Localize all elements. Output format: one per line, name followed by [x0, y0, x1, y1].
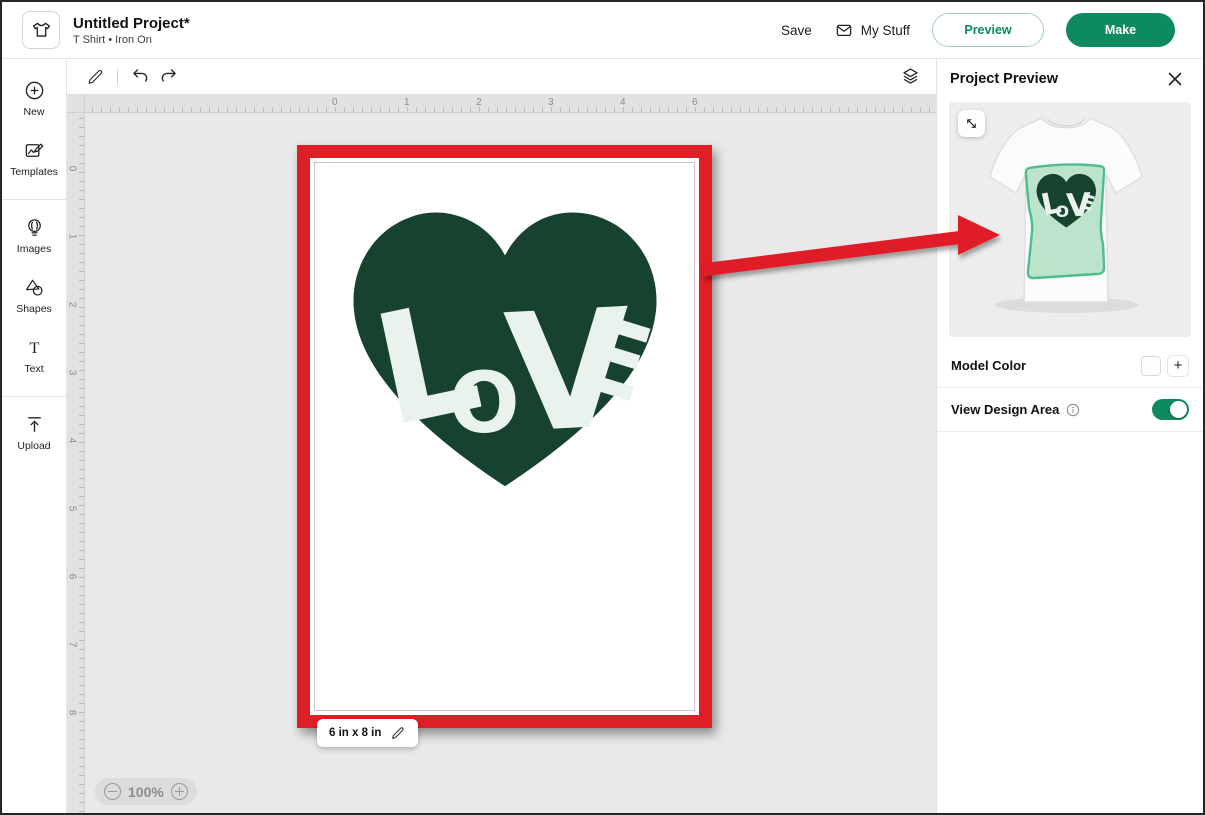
my-stuff-label: My Stuff	[861, 23, 910, 38]
letter-t-icon: T	[23, 336, 46, 359]
layers-button[interactable]	[896, 63, 924, 91]
vertical-ruler: 012345678	[67, 113, 85, 813]
sidebar-item-label: Text	[24, 363, 43, 375]
horizontal-ruler: 012346	[85, 95, 940, 113]
expand-preview-button[interactable]	[958, 110, 985, 137]
info-icon[interactable]	[1066, 403, 1080, 417]
zoom-out-button[interactable]	[104, 783, 121, 800]
view-design-area-row: View Design Area	[937, 388, 1203, 432]
model-color-swatch[interactable]	[1141, 356, 1161, 376]
project-titles: Untitled Project* T Shirt • Iron On	[73, 15, 190, 46]
plus-circle-icon	[23, 79, 46, 102]
sidebar-item-label: Shapes	[16, 303, 52, 315]
lightbulb-icon	[23, 216, 46, 239]
panel-header: Project Preview	[937, 59, 1203, 99]
svg-text:T: T	[29, 338, 39, 357]
left-sidebar: New Templates Images Shapes	[2, 59, 67, 813]
layers-icon	[900, 66, 921, 87]
sidebar-item-label: New	[23, 106, 44, 118]
edit-pencil-button[interactable]	[81, 63, 109, 91]
zoom-level: 100%	[128, 784, 164, 800]
sidebar-item-label: Upload	[17, 440, 50, 452]
save-button[interactable]: Save	[781, 23, 812, 38]
sidebar-divider	[2, 199, 66, 200]
tshirt-mockup	[949, 102, 1184, 335]
envelope-icon	[834, 20, 854, 40]
sidebar-item-upload[interactable]: Upload	[2, 413, 66, 460]
undo-icon	[130, 66, 151, 87]
panel-title: Project Preview	[950, 71, 1058, 87]
sidebar-item-label: Images	[17, 243, 51, 255]
love-heart-design[interactable]	[340, 203, 670, 494]
sidebar-item-images[interactable]: Images	[2, 216, 66, 263]
sidebar-item-new[interactable]: New	[2, 79, 66, 126]
project-preview-panel: Project Preview Model Color	[936, 59, 1203, 813]
sidebar-item-text[interactable]: T Text	[2, 336, 66, 383]
view-design-area-label: View Design Area	[951, 402, 1059, 417]
zoom-control: 100%	[95, 778, 197, 805]
project-title: Untitled Project*	[73, 15, 190, 32]
canvas-toolbar	[67, 59, 940, 95]
artboard-size-label: 6 in x 8 in	[329, 727, 381, 739]
canvas-artboard[interactable]	[314, 162, 695, 711]
top-bar: Untitled Project* T Shirt • Iron On Save…	[2, 2, 1203, 59]
expand-icon	[964, 116, 979, 131]
toolbar-divider	[117, 69, 118, 85]
template-pencil-icon	[23, 139, 46, 162]
preview-button[interactable]: Preview	[932, 13, 1044, 47]
redo-button[interactable]	[154, 63, 182, 91]
sidebar-item-shapes[interactable]: Shapes	[2, 276, 66, 323]
model-color-label: Model Color	[951, 358, 1026, 373]
annotation-highlight-box	[297, 145, 712, 728]
zoom-in-button[interactable]	[171, 783, 188, 800]
upload-arrow-icon	[23, 413, 46, 436]
view-design-area-toggle[interactable]	[1152, 399, 1189, 420]
pencil-icon	[85, 67, 105, 87]
redo-icon	[158, 66, 179, 87]
project-type-button[interactable]	[22, 11, 60, 49]
cricut-design-space-app: Untitled Project* T Shirt • Iron On Save…	[0, 0, 1205, 815]
tshirt-preview	[949, 102, 1191, 337]
ruler-corner	[67, 95, 85, 113]
canvas-workspace: 012346 012345678 6 in x 8 in 100%	[67, 59, 940, 813]
t-shirt-icon	[30, 19, 53, 42]
undo-button[interactable]	[126, 63, 154, 91]
triangle-circle-icon	[23, 276, 46, 299]
my-stuff-button[interactable]: My Stuff	[834, 20, 910, 40]
pencil-icon	[390, 725, 406, 741]
sidebar-item-label: Templates	[10, 166, 58, 178]
project-subtitle: T Shirt • Iron On	[73, 34, 190, 46]
add-color-button[interactable]: +	[1167, 355, 1189, 377]
artboard-size-chip[interactable]: 6 in x 8 in	[317, 719, 418, 747]
model-color-row: Model Color +	[937, 344, 1203, 388]
sidebar-divider	[2, 396, 66, 397]
sidebar-item-templates[interactable]: Templates	[2, 139, 66, 186]
close-icon[interactable]	[1163, 67, 1187, 91]
make-button[interactable]: Make	[1066, 13, 1175, 47]
